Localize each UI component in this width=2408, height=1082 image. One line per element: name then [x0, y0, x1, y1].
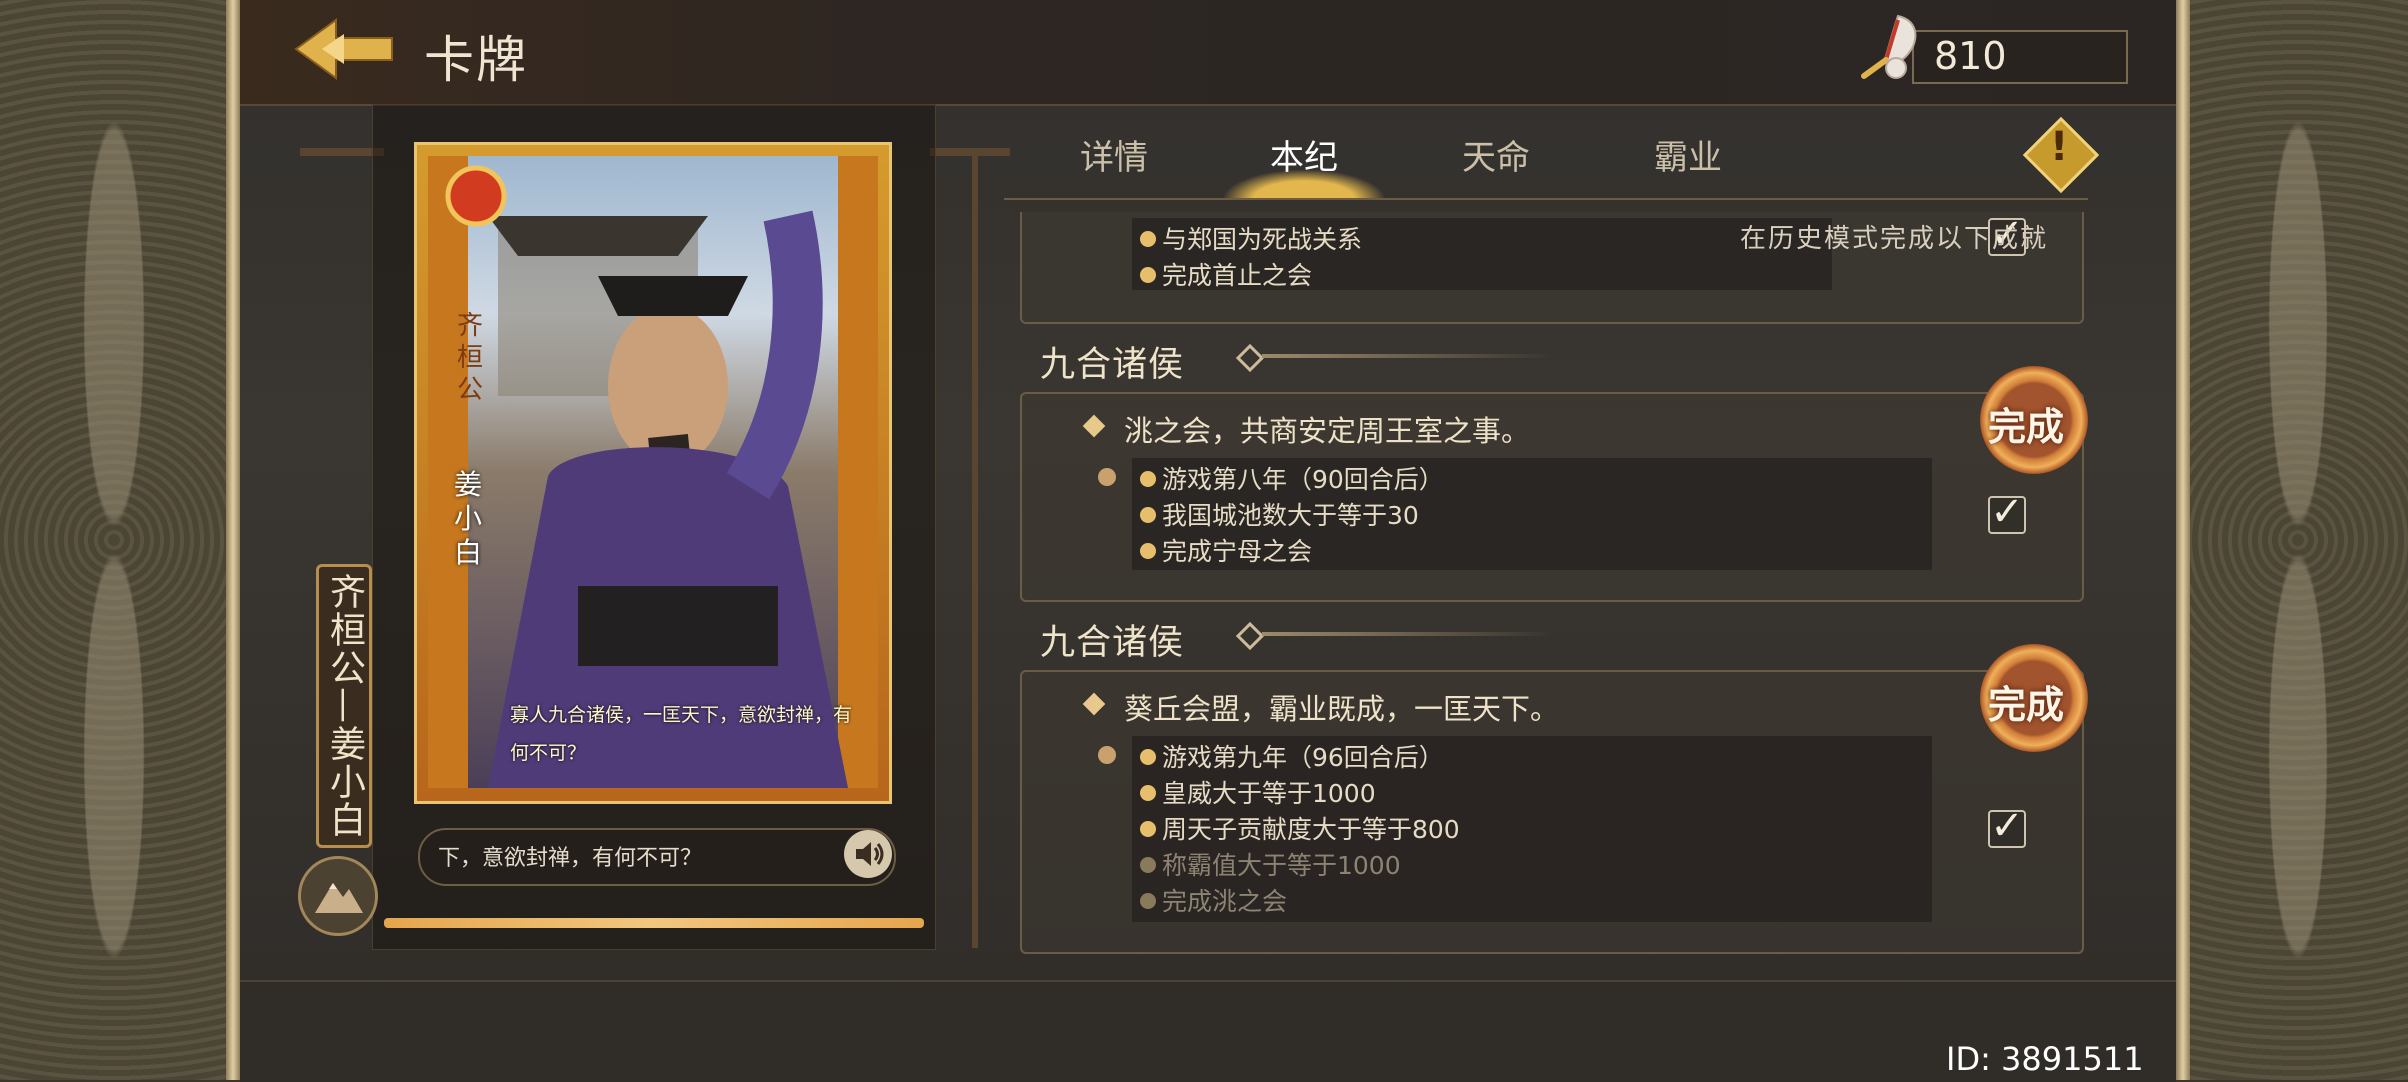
- condition-dot: [1140, 785, 1156, 801]
- card-quote: 寡人九合诸侯，一匡天下，意欲封禅，有何不可？: [510, 704, 853, 764]
- page-title: 卡牌: [424, 31, 528, 89]
- arrow-left-icon: [294, 18, 393, 80]
- hero-name-plate: 齐桓公—姜小白: [316, 564, 372, 848]
- condition-dot: [1140, 507, 1156, 523]
- card-progress-bar: [384, 918, 924, 928]
- frame-border-left: [226, 0, 240, 1080]
- card-label-vertical: 姜小白: [453, 468, 482, 569]
- condition-checkbox: ✓: [1988, 806, 2026, 848]
- condition-item: 游戏第九年（96回合后）: [1140, 738, 1444, 774]
- condition-item: 称霸值大于等于1000: [1140, 846, 1401, 882]
- player-id: ID: 3891511: [1946, 1040, 2144, 1078]
- section-title: 九合诸侯: [1040, 623, 1185, 663]
- condition-dot: [1140, 267, 1156, 283]
- condition-dot: [1140, 893, 1156, 909]
- voice-line-text: 下，意欲封禅，有何不可？: [438, 846, 703, 871]
- content-rail: [972, 148, 978, 948]
- condition-dot: [1140, 821, 1156, 837]
- hero-name: 齐桓公—姜小白: [324, 573, 365, 839]
- condition-dot: [1140, 749, 1156, 765]
- section-line: [1262, 354, 1552, 358]
- achievement-description: 洮之会，共商安定周王室之事。: [1124, 414, 1531, 448]
- achievement-description: 葵丘会盟，霸业既成，一匡天下。: [1124, 692, 1560, 726]
- condition-item: 我国城池数大于等于30: [1140, 496, 1419, 532]
- mountain-button[interactable]: [298, 856, 378, 936]
- speaker-icon: [856, 842, 884, 866]
- bottom-strip: [240, 980, 2176, 1082]
- condition-checkbox: ✓: [1988, 492, 2026, 534]
- frame-border-right: [2176, 0, 2190, 1080]
- decor-bar: [930, 148, 1010, 156]
- condition-item: 完成洮之会: [1140, 882, 1287, 918]
- condition-item: 周天子贡献度大于等于800: [1140, 810, 1460, 846]
- condition-item: 游戏第八年（90回合后）: [1140, 460, 1444, 496]
- complete-label: 完成: [1988, 683, 2065, 727]
- condition-dot: [1140, 543, 1156, 559]
- history-note: 在历史模式完成以下成就: [1740, 224, 2049, 254]
- section-line: [1262, 632, 1552, 636]
- condition-bullet: [1098, 746, 1116, 764]
- complete-label: 完成: [1988, 405, 2065, 449]
- tab-divider: [1004, 198, 2088, 200]
- tab-chronicle[interactable]: 本纪: [1270, 130, 1338, 179]
- speaker-button[interactable]: [844, 830, 892, 878]
- tab-details[interactable]: 详情: [1080, 130, 1148, 179]
- condition-dot: [1140, 471, 1156, 487]
- card-label-vertical-gold: 齐桓公: [456, 311, 483, 405]
- condition-bullet: [1098, 468, 1116, 486]
- hero-card-image[interactable]: [428, 156, 878, 788]
- currency-value: 810: [1934, 34, 2007, 78]
- feather-icon: [1858, 10, 1924, 84]
- condition-dot: [1140, 857, 1156, 873]
- back-button[interactable]: [292, 14, 396, 84]
- section-title: 九合诸侯: [1040, 345, 1185, 385]
- tab-hegemony[interactable]: 霸业: [1654, 130, 1722, 179]
- condition-item: 完成首止之会: [1140, 256, 1312, 292]
- warning-icon: !: [2050, 124, 2069, 170]
- tab-fate[interactable]: 天命: [1462, 130, 1530, 179]
- condition-item: 皇威大于等于1000: [1140, 774, 1376, 810]
- dragon-panel-right: [2188, 0, 2408, 1080]
- condition-item: 完成宁母之会: [1140, 532, 1312, 568]
- condition-dot: [1140, 231, 1156, 247]
- condition-item: 与郑国为死战关系: [1140, 220, 1362, 256]
- dragon-panel-left: [0, 0, 228, 1080]
- mountain-icon: [315, 883, 363, 913]
